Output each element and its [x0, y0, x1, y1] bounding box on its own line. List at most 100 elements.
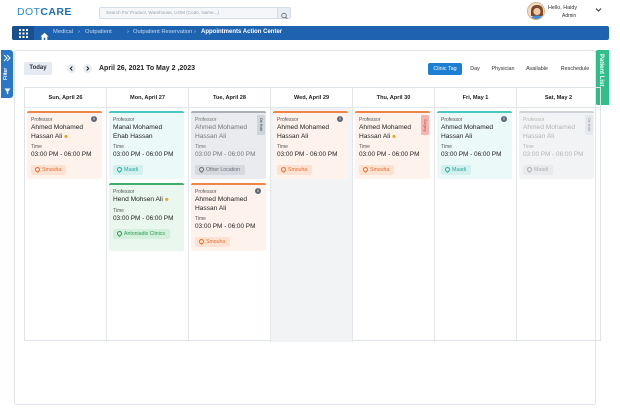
- doctor-title: Professor: [195, 117, 217, 123]
- tab-reschedule[interactable]: Reschedule: [557, 63, 593, 75]
- filter-icon: [4, 88, 10, 95]
- breadcrumb-outpatient-reservation[interactable]: Outpatient Reservation: [133, 29, 192, 35]
- dotcare-logo[interactable]: DOTCARE: [17, 6, 72, 18]
- day-header-sat: Sat, May 2: [517, 88, 600, 108]
- chevron-right-icon: [86, 66, 90, 71]
- breadcrumb: Medical › Outpatient › Outpatient Reserv…: [12, 26, 609, 41]
- doctor-name: Ahmed Mohamed Hassan Ali: [441, 124, 494, 140]
- patient-list-label: Patient List: [598, 54, 604, 87]
- appointment-card[interactable]: Professor Hend Mohsen Ali☻ Time 03:00 PM…: [109, 183, 184, 251]
- location-tag: Smouha: [195, 237, 231, 247]
- time-label: Time: [441, 144, 452, 150]
- info-icon[interactable]: i: [501, 116, 507, 122]
- doctor-name: Ahmed Mohamed Hassan Ali: [277, 124, 330, 140]
- logo-text-dot: DOT: [17, 6, 41, 18]
- time-label: Time: [195, 144, 206, 150]
- on-hold-badge: On Hold: [585, 115, 593, 135]
- location-tag: Smouha: [31, 165, 67, 175]
- appointment-card[interactable]: i Professor Ahmed Mohamed Hassan Ali Time…: [191, 183, 266, 251]
- grid-menu-icon[interactable]: [12, 26, 34, 40]
- search-icon[interactable]: [277, 8, 290, 20]
- day-header-tue: Tue, April 28: [189, 88, 271, 108]
- doctor-name: Manal Mohamed Ehab Hassan: [113, 124, 163, 140]
- time-label: Time: [113, 207, 124, 214]
- appointment-time: 03:00 PM - 06:00 PM: [277, 151, 338, 158]
- location-tag: Smouha: [359, 165, 395, 175]
- info-icon[interactable]: i: [255, 188, 261, 194]
- chevron-left-icon: [69, 66, 73, 71]
- breadcrumb-current: Appointments Action Center: [201, 29, 283, 35]
- info-icon[interactable]: i: [91, 116, 97, 122]
- appointment-card[interactable]: i Professor Ahmed Mohamed Hassan Ali Time…: [273, 111, 348, 179]
- location-tag: Antoniadis Clinics: [113, 228, 170, 239]
- day-header-thu: Thu, April 30: [353, 88, 435, 108]
- appointment-time: 03:00 PM - 06:00 PM: [113, 151, 174, 158]
- appointment-time: 03:00 PM - 06:00 PM: [195, 223, 256, 230]
- filter-tab[interactable]: Filter: [1, 50, 13, 98]
- doctor-name: Ahmed Mohamed Hassan Ali: [195, 196, 248, 212]
- time-label: Time: [523, 144, 534, 150]
- date-range: April 26, 2021 To May 2 ,2023: [99, 65, 195, 72]
- appointment-time: 03:00 PM - 06:00 PM: [195, 151, 256, 158]
- doctor-name: Ahmed Mohamed Hassan Ali: [523, 124, 576, 140]
- chevron-down-icon[interactable]: [595, 7, 602, 15]
- location-tag: Other Location: [195, 165, 246, 175]
- search-placeholder: Search For Product, Warehouse, UOM (Code…: [106, 10, 219, 15]
- smiley-icon: ☻: [391, 133, 397, 140]
- smiley-icon: ☻: [63, 133, 69, 140]
- global-search[interactable]: Search For Product, Warehouse, UOM (Code…: [99, 7, 291, 20]
- doctor-name: Hend Mohsen Ali☻: [113, 196, 170, 203]
- doctor-name: Ahmed Mohamed Hassan Ali: [195, 124, 248, 140]
- home-icon[interactable]: [40, 28, 49, 41]
- double-chevron-icon: [3, 54, 11, 62]
- day-header-sun: Sun, April 26: [25, 88, 107, 108]
- appointment-card[interactable]: Surgery Professor Ahmed Mohamed Hassan Al…: [355, 111, 430, 179]
- appointment-time: 03:00 PM - 06:00 PM: [113, 214, 174, 222]
- appointment-card[interactable]: Professor Manal Mohamed Ehab Hassan Time …: [109, 111, 184, 179]
- chevron-right-icon: ›: [78, 29, 80, 35]
- breadcrumb-outpatient[interactable]: Outpatient: [85, 29, 112, 35]
- doctor-name: Ahmed Mohamed Hassan Ali☻: [359, 124, 412, 140]
- location-tag: Maadi: [441, 165, 472, 175]
- tab-physician[interactable]: Physician: [488, 63, 518, 75]
- location-tag: Maadi: [523, 165, 554, 175]
- location-tag: Smouha: [277, 165, 313, 175]
- logo-text-care: CARE: [40, 6, 72, 18]
- tab-clinic-tag[interactable]: Clinic Tag: [428, 63, 462, 75]
- day-header-wed: Wed, April 29: [271, 88, 353, 108]
- user-role: Admin: [562, 13, 577, 19]
- day-header-mon: Mon, April 27: [107, 88, 189, 108]
- doctor-title: Professor: [113, 189, 135, 195]
- time-label: Time: [195, 216, 206, 222]
- doctor-title: Professor: [359, 117, 381, 123]
- chevron-right-icon: ›: [194, 29, 196, 35]
- appointment-card[interactable]: On Hold Professor Ahmed Mohamed Hassan Al…: [191, 111, 266, 179]
- appointment-card[interactable]: i Professor Ahmed Mohamed Hassan Ali Time…: [437, 111, 512, 179]
- doctor-title: Professor: [523, 117, 545, 123]
- today-button[interactable]: Today: [24, 62, 52, 75]
- tab-day[interactable]: Day: [465, 63, 485, 75]
- chevron-right-icon: ›: [127, 29, 129, 35]
- on-hold-badge: On Hold: [257, 115, 265, 135]
- appointment-card[interactable]: i Professor Ahmed Mohamed Hassan Ali☻ Tim…: [27, 111, 102, 179]
- surgery-badge: Surgery: [421, 115, 429, 135]
- doctor-name: Ahmed Mohamed Hassan Ali☻: [31, 124, 84, 140]
- appointment-time: 03:00 PM - 06:00 PM: [359, 151, 420, 158]
- time-label: Time: [359, 144, 370, 150]
- info-icon[interactable]: i: [337, 116, 343, 122]
- appointment-time: 03:00 PM - 06:00 PM: [523, 151, 584, 158]
- time-label: Time: [277, 144, 288, 150]
- location-tag: Maadi: [113, 165, 144, 175]
- next-week-button[interactable]: [83, 64, 92, 73]
- doctor-title: Professor: [113, 117, 135, 123]
- tab-available[interactable]: Available: [522, 63, 552, 75]
- appointment-time: 03:00 PM - 06:00 PM: [31, 151, 92, 158]
- appointment-card[interactable]: On Hold Professor Ahmed Mohamed Hassan Al…: [519, 111, 594, 179]
- breadcrumb-medical[interactable]: Medical: [53, 29, 73, 35]
- time-label: Time: [31, 144, 42, 150]
- user-avatar[interactable]: [527, 2, 545, 20]
- prev-week-button[interactable]: [67, 64, 76, 73]
- day-header-fri: Fri, May 1: [435, 88, 517, 108]
- appointment-time: 03:00 PM - 06:00 PM: [441, 151, 502, 158]
- user-greeting: Hello, Haidy: [548, 5, 578, 11]
